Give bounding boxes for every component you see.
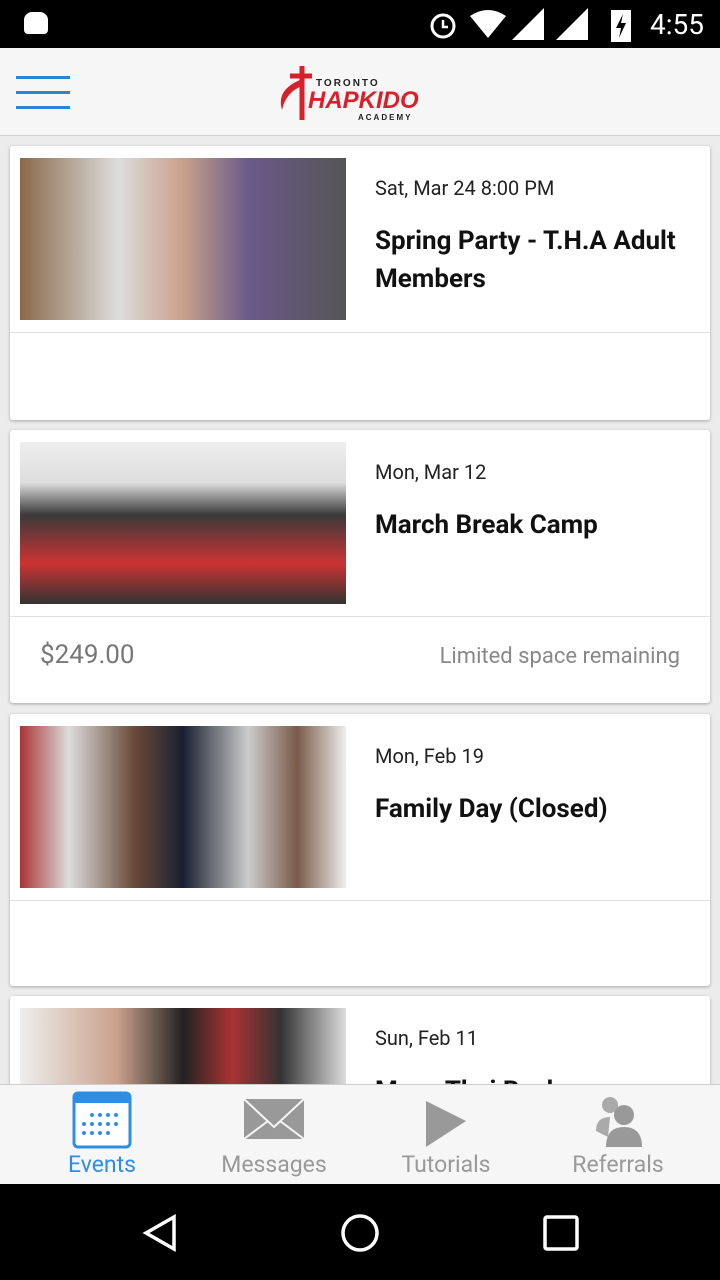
event-card[interactable]: Sun, Feb 11 Muay Thai Bash: [10, 996, 710, 1084]
event-date: Sat, Mar 24 8:00 PM: [375, 176, 555, 200]
event-title: March Break Camp: [375, 510, 598, 540]
event-date: Mon, Feb 19: [375, 744, 484, 768]
event-title: Family Day (Closed): [375, 794, 608, 824]
event-title: Spring Party - T.H.A Adult Members: [375, 226, 676, 294]
system-nav-bar: [0, 1184, 720, 1280]
tab-label: Events: [67, 1151, 137, 1178]
status-bar: 4:55: [0, 0, 720, 48]
academy-logo: TORONTO HAPKIDO ACADEMY: [280, 66, 419, 122]
menu-button[interactable]: [16, 76, 70, 110]
tab-label: Tutorials: [401, 1151, 491, 1178]
tab-tutorials[interactable]: Tutorials: [356, 1085, 536, 1185]
event-card[interactable]: Mon, Mar 12 March Break Camp $249.00 Lim…: [10, 430, 710, 703]
event-photo: [20, 726, 346, 888]
play-icon: [426, 1101, 466, 1147]
bottom-nav: Events Messages Tutorials Referrals: [0, 1084, 720, 1184]
home-button[interactable]: [340, 1213, 380, 1253]
tab-label: Referrals: [572, 1151, 664, 1178]
tab-label: Messages: [221, 1151, 327, 1178]
calendar-icon: [72, 1091, 132, 1149]
event-price: $249.00: [40, 640, 135, 670]
event-photo: [20, 1008, 346, 1084]
battery-charging-icon: [611, 10, 631, 42]
event-card[interactable]: Sat, Mar 24 8:00 PM Spring Party - T.H.A…: [10, 146, 710, 420]
event-card[interactable]: Mon, Feb 19 Family Day (Closed): [10, 714, 710, 986]
divider: [10, 900, 710, 901]
divider: [10, 616, 710, 617]
svg-text:ACADEMY: ACADEMY: [358, 113, 412, 122]
signal-icon: [512, 8, 544, 40]
back-button[interactable]: [142, 1214, 178, 1252]
recents-button[interactable]: [543, 1215, 579, 1251]
users-icon: [596, 1097, 642, 1147]
tab-messages[interactable]: Messages: [184, 1085, 364, 1185]
alarm-icon: [430, 13, 456, 39]
availability-status: Limited space remaining: [439, 644, 680, 669]
event-photo: [20, 158, 346, 320]
event-title: Muay Thai Bash: [375, 1072, 695, 1084]
svg-text:HAPKIDO: HAPKIDO: [308, 87, 419, 114]
divider: [10, 332, 710, 333]
wifi-icon: [470, 10, 506, 38]
event-photo: [20, 442, 346, 604]
android-icon: [24, 12, 48, 34]
event-date: Sun, Feb 11: [375, 1026, 478, 1050]
envelope-icon: [244, 1098, 304, 1140]
tab-events[interactable]: Events: [12, 1085, 192, 1185]
roaming-signal-icon: [556, 8, 588, 40]
event-date: Mon, Mar 12: [375, 460, 487, 484]
events-list[interactable]: Sat, Mar 24 8:00 PM Spring Party - T.H.A…: [0, 136, 720, 1084]
tab-referrals[interactable]: Referrals: [528, 1085, 708, 1185]
clock: 4:55: [650, 8, 704, 41]
app-header: TORONTO HAPKIDO ACADEMY: [0, 48, 720, 136]
